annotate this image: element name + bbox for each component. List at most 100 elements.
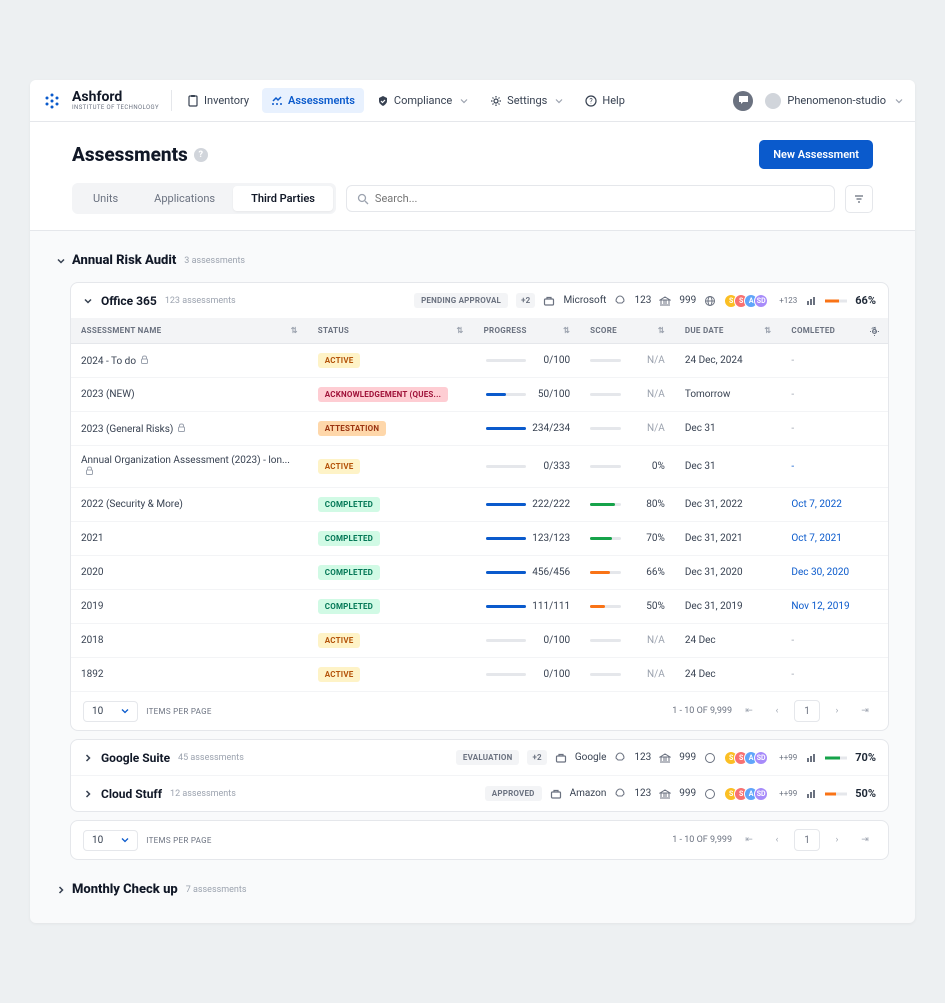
cell-completed: Oct 7, 2021 bbox=[781, 522, 888, 556]
search-icon bbox=[357, 193, 369, 205]
search-input[interactable] bbox=[375, 192, 824, 205]
table-row[interactable]: 2023 (General Risks)ATTESTATION234/234N/… bbox=[71, 412, 888, 446]
items-per-page-select[interactable]: 10 bbox=[83, 701, 138, 722]
brand-name: Ashford bbox=[72, 90, 159, 104]
th-status[interactable]: STATUS⇅ bbox=[308, 318, 474, 344]
chat-icon[interactable] bbox=[733, 91, 753, 111]
search-box[interactable] bbox=[346, 185, 835, 212]
sparkline bbox=[825, 788, 847, 800]
nav-settings[interactable]: Settings bbox=[481, 88, 572, 113]
last-page-button[interactable]: ⇥ bbox=[854, 829, 876, 851]
table-row[interactable]: 2018ACTIVE0/100N/A24 Dec- bbox=[71, 624, 888, 658]
table-row[interactable]: Annual Organization Assessment (2023) - … bbox=[71, 446, 888, 488]
group-head-cloud-stuff[interactable]: Cloud Stuff 12 assessments APPROVED Amaz… bbox=[71, 775, 888, 811]
cell-status: ACTIVE bbox=[308, 446, 474, 488]
user-menu[interactable]: Phenomenon-studio bbox=[765, 93, 903, 109]
bank-icon bbox=[659, 752, 671, 764]
first-page-button[interactable]: ⇤ bbox=[738, 700, 760, 722]
assessment-icon bbox=[271, 95, 283, 107]
table-row[interactable]: 2019COMPLETED111/11150%Dec 31, 2019Nov 1… bbox=[71, 590, 888, 624]
cell-due: Dec 31, 2019 bbox=[675, 590, 782, 624]
table-row[interactable]: 2023 (NEW)ACKNOWLEDGEMENT (QUES...50/100… bbox=[71, 378, 888, 412]
chevron-down-icon bbox=[895, 97, 903, 105]
th-due[interactable]: DUE DATE⇅ bbox=[675, 318, 782, 344]
tab-units[interactable]: Units bbox=[75, 186, 136, 211]
cell-status: ATTESTATION bbox=[308, 412, 474, 446]
th-completed[interactable]: COMLETED⇅ bbox=[781, 318, 888, 344]
cell-status: ACTIVE bbox=[308, 624, 474, 658]
group-head-office-365[interactable]: Office 365 123 assessments PENDING APPRO… bbox=[71, 283, 888, 318]
cell-due: Tomorrow bbox=[675, 378, 782, 412]
cell-completed: - bbox=[781, 412, 888, 446]
items-per-page-select[interactable]: 10 bbox=[83, 830, 138, 851]
section-monthly-check-up[interactable]: Monthly Check up 7 assessments bbox=[56, 876, 889, 903]
pager-outer: 10 ITEMS PER PAGE 1 - 10 OF 9,999 ⇤ ‹ 1 … bbox=[70, 820, 889, 860]
cell-due: 24 Dec, 2024 bbox=[675, 344, 782, 378]
table-row[interactable]: 2022 (Security & More)COMPLETED222/22280… bbox=[71, 488, 888, 522]
group-head-google-suite[interactable]: Google Suite 45 assessments EVALUATION +… bbox=[71, 740, 888, 775]
nav-inventory[interactable]: Inventory bbox=[178, 88, 258, 113]
cell-status: COMPLETED bbox=[308, 590, 474, 624]
th-name[interactable]: ASSESSMENT NAME⇅ bbox=[71, 318, 308, 344]
page-header: Assessments ? New Assessment bbox=[30, 122, 915, 183]
briefcase-icon bbox=[550, 788, 562, 800]
group-google-suite: Google Suite 45 assessments EVALUATION +… bbox=[70, 739, 889, 812]
cell-score: 50% bbox=[580, 590, 675, 624]
first-page-button[interactable]: ⇤ bbox=[738, 829, 760, 851]
cell-progress: 50/100 bbox=[474, 378, 581, 412]
th-progress[interactable]: PROGRESS⇅ bbox=[474, 318, 581, 344]
table-row[interactable]: 1892ACTIVE0/100N/A24 Dec- bbox=[71, 658, 888, 692]
assessments-table: ASSESSMENT NAME⇅ STATUS⇅ PROGRESS⇅ SCORE… bbox=[71, 318, 888, 691]
tab-applications[interactable]: Applications bbox=[136, 186, 233, 211]
table-row[interactable]: 2021COMPLETED123/12370%Dec 31, 2021Oct 7… bbox=[71, 522, 888, 556]
cell-score: N/A bbox=[580, 658, 675, 692]
chart-icon bbox=[805, 752, 817, 764]
tab-third-parties[interactable]: Third Parties bbox=[233, 186, 333, 211]
cell-progress: 111/111 bbox=[474, 590, 581, 624]
status-badge: PENDING APPROVAL bbox=[414, 293, 508, 308]
prev-page-button[interactable]: ‹ bbox=[766, 829, 788, 851]
nav-assessments[interactable]: Assessments bbox=[262, 88, 364, 113]
columns-gear-icon[interactable] bbox=[869, 326, 880, 337]
avatar-stack: SSASD bbox=[724, 294, 768, 308]
cell-name: 2022 (Security & More) bbox=[71, 488, 308, 522]
cell-score: 0% bbox=[580, 446, 675, 488]
help-icon: ? bbox=[585, 95, 597, 107]
cell-name: 2019 bbox=[71, 590, 308, 624]
page-number[interactable]: 1 bbox=[794, 700, 820, 722]
chart-icon bbox=[805, 295, 817, 307]
chevron-down-icon bbox=[555, 97, 563, 105]
cell-name: 1892 bbox=[71, 658, 308, 692]
cell-progress: 0/100 bbox=[474, 344, 581, 378]
cell-status: COMPLETED bbox=[308, 522, 474, 556]
cell-progress: 234/234 bbox=[474, 412, 581, 446]
nav-compliance[interactable]: Compliance bbox=[368, 88, 477, 113]
lock-icon bbox=[140, 356, 149, 367]
next-page-button[interactable]: › bbox=[826, 700, 848, 722]
count-badge: +2 bbox=[527, 750, 546, 765]
table-row[interactable]: 2024 - To doACTIVE0/100N/A24 Dec, 2024- bbox=[71, 344, 888, 378]
section-annual-risk-audit[interactable]: Annual Risk Audit 3 assessments bbox=[56, 247, 889, 274]
table-row[interactable]: 2020COMPLETED456/45666%Dec 31, 2020Dec 3… bbox=[71, 556, 888, 590]
cell-status: ACKNOWLEDGEMENT (QUES... bbox=[308, 378, 474, 412]
cell-name: 2023 (NEW) bbox=[71, 378, 308, 412]
cell-due: Dec 31, 2021 bbox=[675, 522, 782, 556]
chevron-down-icon bbox=[83, 296, 93, 306]
th-score[interactable]: SCORE⇅ bbox=[580, 318, 675, 344]
last-page-button[interactable]: ⇥ bbox=[854, 700, 876, 722]
prev-page-button[interactable]: ‹ bbox=[766, 700, 788, 722]
cell-status: ACTIVE bbox=[308, 344, 474, 378]
cell-due: Dec 31 bbox=[675, 412, 782, 446]
scope-tabs: Units Applications Third Parties bbox=[72, 183, 336, 214]
filter-button[interactable] bbox=[845, 185, 873, 213]
page-number[interactable]: 1 bbox=[794, 829, 820, 851]
next-page-button[interactable]: › bbox=[826, 829, 848, 851]
svg-text:?: ? bbox=[590, 97, 594, 105]
bank-icon bbox=[659, 788, 671, 800]
help-tooltip-icon[interactable]: ? bbox=[194, 148, 208, 162]
chevron-right-icon bbox=[56, 885, 66, 895]
cell-progress: 0/100 bbox=[474, 624, 581, 658]
nav-help[interactable]: ?Help bbox=[576, 88, 634, 113]
new-assessment-button[interactable]: New Assessment bbox=[759, 140, 873, 169]
cell-status: COMPLETED bbox=[308, 488, 474, 522]
